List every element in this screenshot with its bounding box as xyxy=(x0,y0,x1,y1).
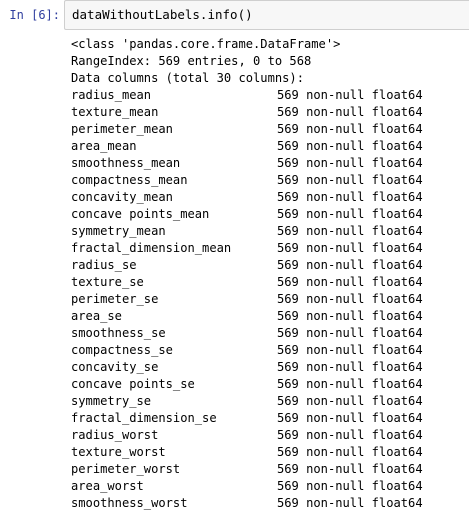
column-info-row: smoothness_se 569 non-null float64 xyxy=(71,325,461,342)
column-dtype-info: 569 non-null float64 xyxy=(277,224,423,238)
column-name: symmetry_mean xyxy=(71,224,166,238)
column-info-row: area_mean 569 non-null float64 xyxy=(71,138,461,155)
column-dtype-info: 569 non-null float64 xyxy=(277,190,423,204)
code-input-area[interactable]: dataWithoutLabels.info() xyxy=(64,0,469,30)
column-info-row: perimeter_se 569 non-null float64 xyxy=(71,291,461,308)
column-name: fractal_dimension_mean xyxy=(71,241,232,255)
column-dtype-info: 569 non-null float64 xyxy=(277,88,423,102)
column-dtype-info: 569 non-null float64 xyxy=(277,360,423,374)
column-info-row: fractal_dimension_mean 569 non-null float… xyxy=(71,240,461,257)
column-dtype-info: 569 non-null float64 xyxy=(277,326,423,340)
column-name: smoothness_worst xyxy=(71,496,188,510)
column-info-row: texture_se 569 non-null float64 xyxy=(71,274,461,291)
column-name: concavity_se xyxy=(71,360,159,374)
column-dtype-info: 569 non-null float64 xyxy=(277,122,423,136)
column-info-row: smoothness_worst 569 non-null float64 xyxy=(71,495,461,512)
column-name: fractal_dimension_se xyxy=(71,411,217,425)
column-dtype-info: 569 non-null float64 xyxy=(277,462,423,476)
column-name: compactness_mean xyxy=(71,173,188,187)
column-dtype-info: 569 non-null float64 xyxy=(277,275,423,289)
column-info-row: compactness_se 569 non-null float64 xyxy=(71,342,461,359)
column-dtype-info: 569 non-null float64 xyxy=(277,411,423,425)
column-info-row: perimeter_worst 569 non-null float64 xyxy=(71,461,461,478)
column-dtype-info: 569 non-null float64 xyxy=(277,394,423,408)
column-info-row: symmetry_se 569 non-null float64 xyxy=(71,393,461,410)
column-info-row: radius_worst 569 non-null float64 xyxy=(71,427,461,444)
column-dtype-info: 569 non-null float64 xyxy=(277,105,423,119)
column-dtype-info: 569 non-null float64 xyxy=(277,445,423,459)
column-info-row: concavity_se 569 non-null float64 xyxy=(71,359,461,376)
column-info-row: concavity_mean 569 non-null float64 xyxy=(71,189,461,206)
column-info-row: area_se 569 non-null float64 xyxy=(71,308,461,325)
column-name: smoothness_se xyxy=(71,326,166,340)
column-name: concavity_mean xyxy=(71,190,173,204)
column-info-row: compactness_mean 569 non-null float64 xyxy=(71,172,461,189)
column-info-row: perimeter_mean 569 non-null float64 xyxy=(71,121,461,138)
column-dtype-info: 569 non-null float64 xyxy=(277,241,423,255)
column-name: area_mean xyxy=(71,139,137,153)
output-class-line: <class 'pandas.core.frame.DataFrame'> xyxy=(71,37,341,51)
column-info-row: radius_se 569 non-null float64 xyxy=(71,257,461,274)
column-dtype-info: 569 non-null float64 xyxy=(277,292,423,306)
column-dtype-info: 569 non-null float64 xyxy=(277,207,423,221)
column-name: compactness_se xyxy=(71,343,173,357)
column-name: texture_mean xyxy=(71,105,159,119)
column-name: texture_se xyxy=(71,275,144,289)
column-info-row: concave points_mean 569 non-null float64 xyxy=(71,206,461,223)
input-prompt: In [6]: xyxy=(9,8,60,22)
column-info-row: area_worst 569 non-null float64 xyxy=(71,478,461,495)
column-dtype-info: 569 non-null float64 xyxy=(277,173,423,187)
column-dtype-info: 569 non-null float64 xyxy=(277,377,423,391)
column-dtype-info: 569 non-null float64 xyxy=(277,156,423,170)
column-info-row: symmetry_mean 569 non-null float64 xyxy=(71,223,461,240)
column-name: radius_mean xyxy=(71,88,152,102)
output-rangeindex-line: RangeIndex: 569 entries, 0 to 568 xyxy=(71,54,312,68)
column-dtype-info: 569 non-null float64 xyxy=(277,428,423,442)
column-info-row: radius_mean 569 non-null float64 xyxy=(71,87,461,104)
column-name: concave points_se xyxy=(71,377,195,391)
column-info-row: concave points_se 569 non-null float64 xyxy=(71,376,461,393)
column-dtype-info: 569 non-null float64 xyxy=(277,343,423,357)
column-dtype-info: 569 non-null float64 xyxy=(277,309,423,323)
column-name: perimeter_se xyxy=(71,292,159,306)
column-name: smoothness_mean xyxy=(71,156,181,170)
column-name: perimeter_worst xyxy=(71,462,181,476)
column-dtype-info: 569 non-null float64 xyxy=(277,479,423,493)
column-name: concave points_mean xyxy=(71,207,210,221)
cell-output: <class 'pandas.core.frame.DataFrame'> Ra… xyxy=(71,36,461,512)
column-dtype-info: 569 non-null float64 xyxy=(277,496,423,510)
column-name: symmetry_se xyxy=(71,394,152,408)
column-info-row: texture_worst 569 non-null float64 xyxy=(71,444,461,461)
column-name: radius_worst xyxy=(71,428,159,442)
output-columns-summary-line: Data columns (total 30 columns): xyxy=(71,71,304,85)
code-text[interactable]: dataWithoutLabels.info() xyxy=(72,7,253,23)
column-name: radius_se xyxy=(71,258,137,272)
column-name: area_se xyxy=(71,309,122,323)
column-info-row: smoothness_mean 569 non-null float64 xyxy=(71,155,461,172)
column-dtype-info: 569 non-null float64 xyxy=(277,258,423,272)
column-name: texture_worst xyxy=(71,445,166,459)
notebook-cell[interactable]: In [6]: dataWithoutLabels.info() xyxy=(0,0,469,32)
column-info-row: fractal_dimension_se 569 non-null float64 xyxy=(71,410,461,427)
column-dtype-info: 569 non-null float64 xyxy=(277,139,423,153)
column-name: area_worst xyxy=(71,479,144,493)
column-info-row: texture_mean 569 non-null float64 xyxy=(71,104,461,121)
column-name: perimeter_mean xyxy=(71,122,173,136)
